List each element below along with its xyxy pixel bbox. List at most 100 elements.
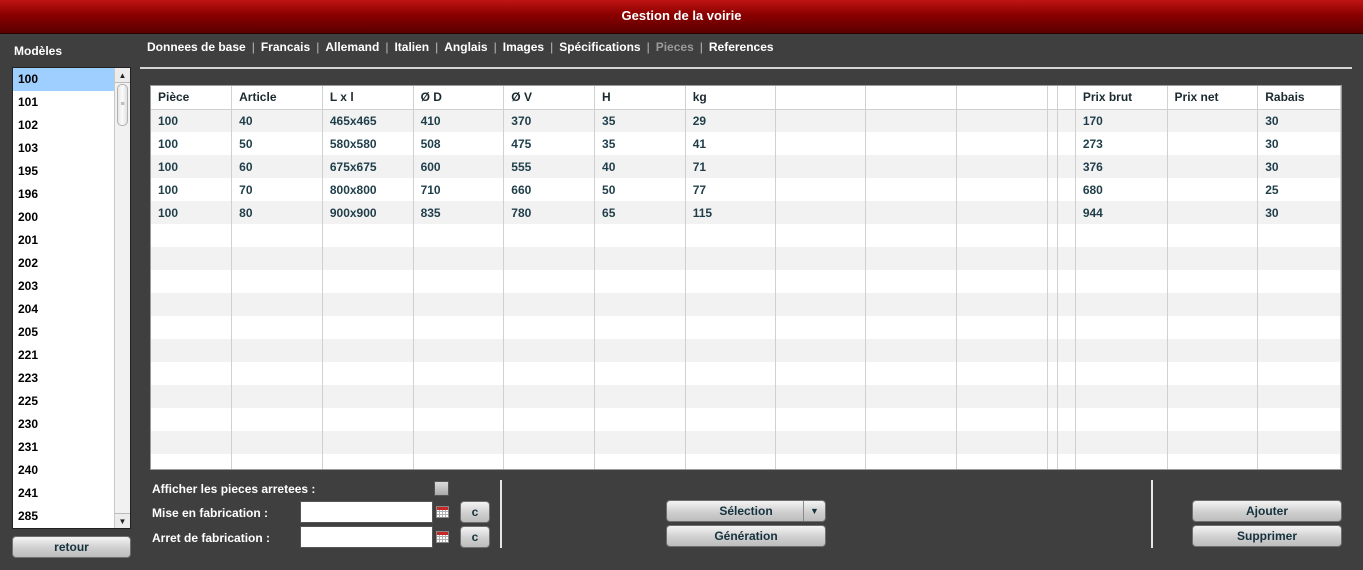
- column-header[interactable]: L x l: [322, 86, 414, 110]
- calendar-icon[interactable]: [436, 506, 449, 518]
- calendar-icon[interactable]: [436, 531, 449, 543]
- table-row[interactable]: 100 40 465x465 410 370 35 29 170 30: [151, 109, 1341, 132]
- show-stopped-checkbox[interactable]: [434, 481, 449, 496]
- table-row[interactable]: [151, 339, 1341, 362]
- table-row[interactable]: [151, 270, 1341, 293]
- table-row[interactable]: [151, 408, 1341, 431]
- model-list-item[interactable]: 203: [13, 275, 115, 298]
- model-list-item[interactable]: 103: [13, 137, 115, 160]
- production-start-input[interactable]: [300, 501, 433, 523]
- table-cell: [151, 316, 233, 339]
- table-cell: [865, 270, 957, 293]
- table-row[interactable]: 100 50 580x580 508 475 35 41 273 30: [151, 132, 1341, 155]
- model-list-item[interactable]: 205: [13, 321, 115, 344]
- table-row[interactable]: 100 60 675x675 600 555 40 71 376 30: [151, 155, 1341, 178]
- table-cell: [1047, 408, 1058, 431]
- model-list-item[interactable]: 100: [13, 68, 115, 91]
- back-button[interactable]: retour: [12, 536, 131, 558]
- model-list-item[interactable]: 201: [13, 229, 115, 252]
- table-cell: [1047, 109, 1058, 132]
- model-list-item[interactable]: 240: [13, 459, 115, 482]
- column-header[interactable]: Pièce: [151, 86, 233, 110]
- model-list-item[interactable]: 285: [13, 505, 115, 528]
- model-list-item[interactable]: 202: [13, 252, 115, 275]
- tab-pieces[interactable]: Pieces: [656, 40, 694, 54]
- models-list[interactable]: 100 101 102 103 195 196 200 201 202 203 204 205 221 2…: [12, 67, 131, 529]
- model-list-item[interactable]: 195: [13, 160, 115, 183]
- tab-donnees-de-base[interactable]: Donnees de base: [147, 40, 246, 54]
- table-row[interactable]: [151, 362, 1341, 385]
- model-list-item[interactable]: 221: [13, 344, 115, 367]
- table-row[interactable]: [151, 454, 1341, 469]
- table-cell: 100: [151, 178, 233, 201]
- table-cell: [956, 454, 1048, 469]
- model-list-item[interactable]: 231: [13, 436, 115, 459]
- generation-button[interactable]: Génération: [666, 525, 826, 547]
- table-cell: [775, 454, 867, 469]
- column-header[interactable]: [865, 86, 957, 110]
- tab-italien[interactable]: Italien: [394, 40, 429, 54]
- selection-dropdown[interactable]: Sélection ▼: [666, 500, 826, 522]
- table-row[interactable]: 100 80 900x900 835 780 65 115 944 30: [151, 201, 1341, 224]
- table-cell: [685, 247, 777, 270]
- table-cell: [865, 178, 957, 201]
- tab-anglais[interactable]: Anglais: [444, 40, 487, 54]
- clear-start-date-button[interactable]: c: [460, 501, 490, 523]
- column-header[interactable]: Ø D: [413, 86, 505, 110]
- column-header[interactable]: [775, 86, 867, 110]
- table-cell: 25: [1257, 178, 1341, 201]
- table-cell: [1167, 109, 1259, 132]
- add-button[interactable]: Ajouter: [1192, 500, 1342, 522]
- table-cell: [685, 385, 777, 408]
- tab-references[interactable]: References: [709, 40, 774, 54]
- table-row[interactable]: [151, 431, 1341, 454]
- table-row[interactable]: 100 70 800x800 710 660 50 77 680 25: [151, 178, 1341, 201]
- column-header[interactable]: Prix brut: [1075, 86, 1168, 110]
- table-cell: 600: [413, 155, 505, 178]
- model-list-item[interactable]: 223: [13, 367, 115, 390]
- column-header[interactable]: [1047, 86, 1058, 110]
- table-cell: 376: [1075, 155, 1168, 178]
- table-row[interactable]: [151, 293, 1341, 316]
- tab-allemand[interactable]: Allemand: [325, 40, 379, 54]
- table-cell: [775, 316, 867, 339]
- chevron-down-icon[interactable]: ▼: [803, 501, 825, 521]
- table-row[interactable]: [151, 224, 1341, 247]
- delete-button[interactable]: Supprimer: [1192, 525, 1342, 547]
- table-cell: [865, 201, 957, 224]
- tab-francais[interactable]: Francais: [261, 40, 310, 54]
- column-header[interactable]: Ø V: [503, 86, 596, 110]
- column-header[interactable]: Prix net: [1167, 86, 1259, 110]
- model-list-item[interactable]: 241: [13, 482, 115, 505]
- tab-images[interactable]: Images: [503, 40, 544, 54]
- model-list-item[interactable]: 102: [13, 114, 115, 137]
- column-header[interactable]: Article: [231, 86, 323, 110]
- table-row[interactable]: [151, 316, 1341, 339]
- model-list-item[interactable]: 101: [13, 91, 115, 114]
- tab-sp-cifications[interactable]: Spécifications: [559, 40, 640, 54]
- scroll-thumb[interactable]: ≡: [117, 84, 128, 126]
- production-end-input[interactable]: [300, 526, 433, 548]
- table-row[interactable]: [151, 247, 1341, 270]
- model-list-item[interactable]: 196: [13, 183, 115, 206]
- column-header[interactable]: kg: [685, 86, 777, 110]
- table-cell: [503, 385, 596, 408]
- column-header[interactable]: H: [594, 86, 686, 110]
- scroll-down-arrow-icon[interactable]: ▼: [115, 513, 130, 528]
- table-cell: [1047, 178, 1058, 201]
- column-header[interactable]: [1057, 86, 1076, 110]
- model-list-item[interactable]: 225: [13, 390, 115, 413]
- table-cell: [1075, 385, 1168, 408]
- column-header[interactable]: [956, 86, 1048, 110]
- column-header[interactable]: Rabais: [1257, 86, 1341, 110]
- table-cell: [594, 362, 686, 385]
- table-row[interactable]: [151, 385, 1341, 408]
- model-list-item[interactable]: 200: [13, 206, 115, 229]
- models-scrollbar[interactable]: ▲ ≡ ▼: [114, 68, 130, 528]
- table-cell: [1057, 178, 1076, 201]
- clear-end-date-button[interactable]: c: [460, 526, 490, 548]
- table-cell: [1047, 293, 1058, 316]
- model-list-item[interactable]: 230: [13, 413, 115, 436]
- scroll-up-arrow-icon[interactable]: ▲: [115, 68, 130, 83]
- model-list-item[interactable]: 204: [13, 298, 115, 321]
